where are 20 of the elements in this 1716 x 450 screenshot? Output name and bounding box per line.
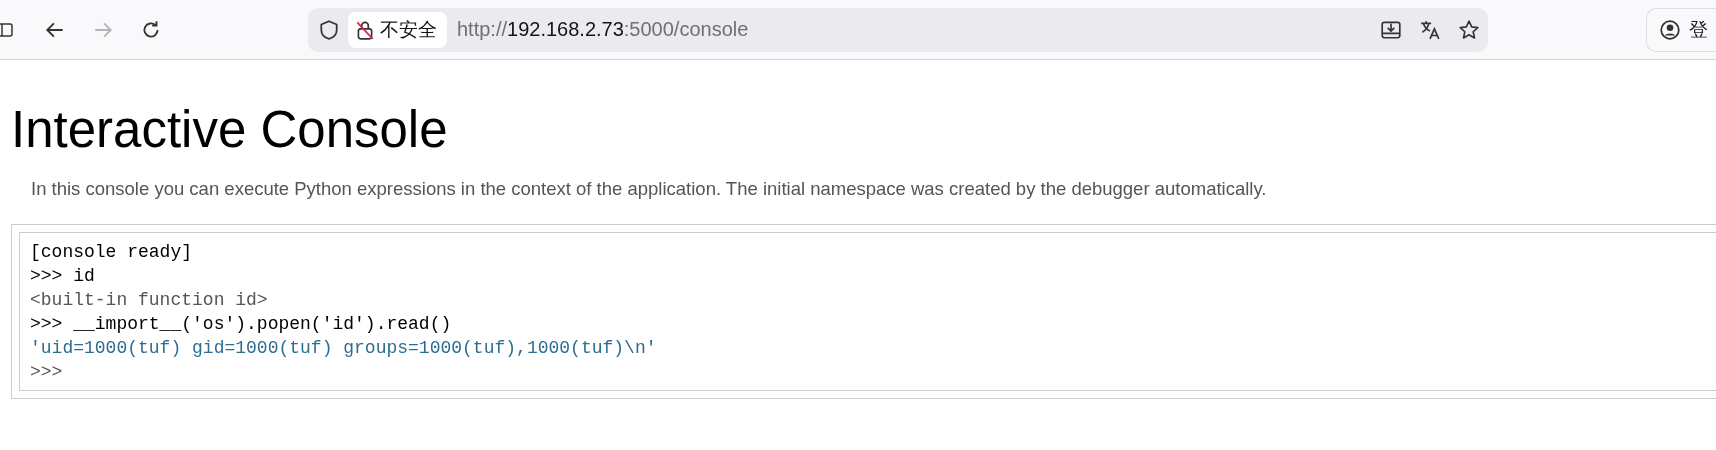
address-bar[interactable]: 不安全 http://192.168.2.73:5000/console [308, 7, 1488, 52]
console-line: [console ready] [30, 241, 194, 264]
console-line: <built-in function id> [30, 289, 269, 312]
page-title: Interactive Console [11, 100, 449, 160]
console-line: >>> [30, 361, 64, 384]
console-line: 'uid=1000(tuf) gid=1000(tuf) groups=1000(tuf),1000(tuf)\n' [30, 337, 658, 360]
translate-icon[interactable] [1419, 18, 1441, 41]
download-icon[interactable] [1380, 18, 1402, 41]
account-icon [1659, 18, 1681, 41]
account-button[interactable]: 登 [1646, 7, 1716, 52]
intro-paragraph: In this console you can execute Python expressions in the context of the application. The initial namespace was created by the debugger automatically. [31, 178, 1268, 200]
security-badge[interactable]: 不安全 [348, 11, 447, 48]
console-line: >>> __import__('os').popen('id').read() [30, 313, 453, 336]
shield-icon[interactable] [318, 18, 340, 41]
url-text: http://192.168.2.73:5000/console [457, 18, 749, 41]
star-icon[interactable] [1458, 18, 1480, 41]
sidebar-icon[interactable] [0, 21, 14, 38]
console-line: >>> id [30, 265, 96, 288]
security-label: 不安全 [380, 16, 437, 42]
console-output[interactable]: [console ready] >>> id <built-in function id> >>> __import__('os').popen('id').read() 'uid=1000(tuf) gid=1000(tuf) groups=1000(tuf),1000(tuf)\n' >>> [19, 232, 1716, 391]
